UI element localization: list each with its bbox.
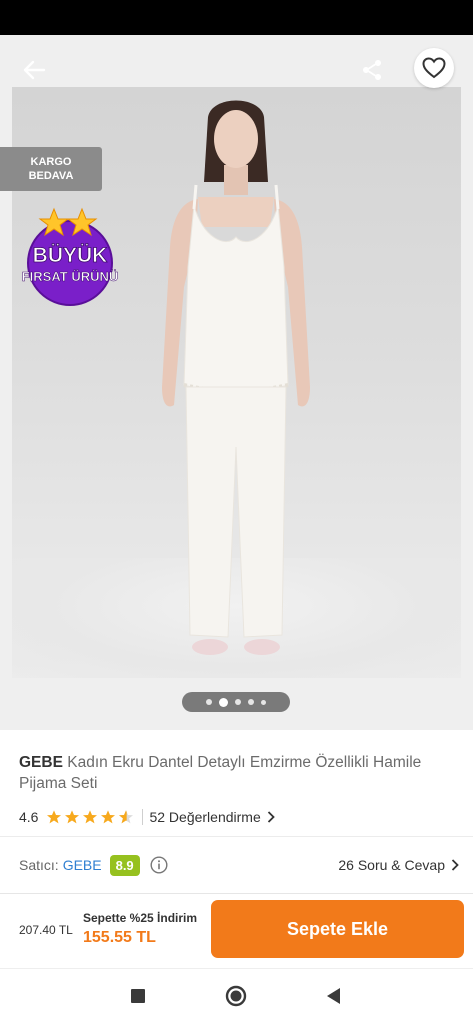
rating-row: 4.6 52 Değerlendirme	[19, 806, 275, 828]
seller-row: Satıcı: GEBE 8.9 26 Soru & Cevap	[19, 852, 459, 878]
pager-dot[interactable]	[261, 699, 266, 705]
home-button[interactable]	[218, 981, 254, 1011]
star-filled-icon	[47, 810, 62, 824]
pager-dot[interactable]	[206, 699, 212, 705]
seller-name-link[interactable]: GEBE	[63, 857, 102, 873]
image-pager[interactable]	[182, 692, 290, 712]
add-to-cart-button[interactable]: Sepete Ekle	[211, 900, 464, 958]
recents-button[interactable]	[120, 981, 156, 1011]
separator	[142, 809, 144, 825]
product-image-gallery[interactable]: KARGO BEDAVA BÜYÜK FIRSAT ÜRÜNÜ	[0, 35, 473, 730]
big-deal-product-badge: BÜYÜK FIRSAT ÜRÜNÜ	[21, 207, 119, 306]
square-icon	[131, 989, 145, 1003]
chevron-right-icon	[451, 859, 459, 871]
seller-info-button[interactable]	[150, 856, 168, 874]
pager-dot-active[interactable]	[219, 697, 228, 707]
share-button[interactable]	[354, 53, 390, 87]
star-filled-icon	[101, 810, 116, 824]
seller-score-badge: 8.9	[109, 854, 140, 876]
reviews-label: 52 Değerlendirme	[149, 809, 261, 825]
discount-label: Sepette %25 İndirim	[83, 911, 198, 925]
product-name: Kadın Ekru Dantel Detaylı Emzirme Özelli…	[19, 754, 422, 792]
status-bar	[0, 0, 473, 35]
favorite-button[interactable]	[414, 48, 454, 88]
divider	[0, 836, 473, 837]
seller-label: Satıcı:	[19, 857, 59, 873]
rating-value: 4.6	[19, 809, 39, 825]
star-filled-icon	[65, 810, 80, 824]
qa-label: 26 Soru & Cevap	[338, 857, 445, 873]
share-icon	[363, 60, 381, 80]
product-title: GEBE Kadın Ekru Dantel Detaylı Emzirme Ö…	[19, 752, 459, 794]
reviews-link[interactable]: 52 Değerlendirme	[149, 809, 275, 825]
free-shipping-badge-line2: BEDAVA	[28, 170, 74, 182]
system-navigation-bar	[0, 968, 473, 1024]
top-bar	[0, 35, 473, 99]
pager-dot[interactable]	[235, 699, 241, 705]
arrow-left-icon	[23, 60, 46, 80]
triangle-back-icon	[327, 988, 340, 1004]
star-half-icon	[119, 810, 134, 824]
purchase-bar: 207.40 TL Sepette %25 İndirim 155.55 TL …	[0, 893, 473, 968]
back-button[interactable]	[14, 53, 54, 87]
chevron-right-icon	[267, 811, 275, 823]
star-filled-icon	[83, 810, 98, 824]
free-shipping-badge-line1: KARGO	[30, 156, 72, 168]
discounted-price: 155.55 TL	[83, 929, 156, 946]
deal-badge-line1: BÜYÜK	[33, 244, 108, 267]
heart-outline-icon	[422, 57, 446, 79]
questions-answers-link[interactable]: 26 Soru & Cevap	[338, 857, 459, 873]
info-icon	[150, 856, 168, 874]
deal-badge-line2: FIRSAT ÜRÜNÜ	[22, 269, 119, 284]
free-shipping-badge: KARGO BEDAVA	[0, 147, 102, 191]
rating-stars	[46, 809, 134, 825]
pager-dot[interactable]	[248, 699, 254, 705]
home-circle-icon	[225, 985, 247, 1007]
original-price: 207.40 TL	[19, 923, 73, 937]
back-nav-button[interactable]	[316, 981, 352, 1011]
product-brand[interactable]: GEBE	[19, 754, 63, 771]
